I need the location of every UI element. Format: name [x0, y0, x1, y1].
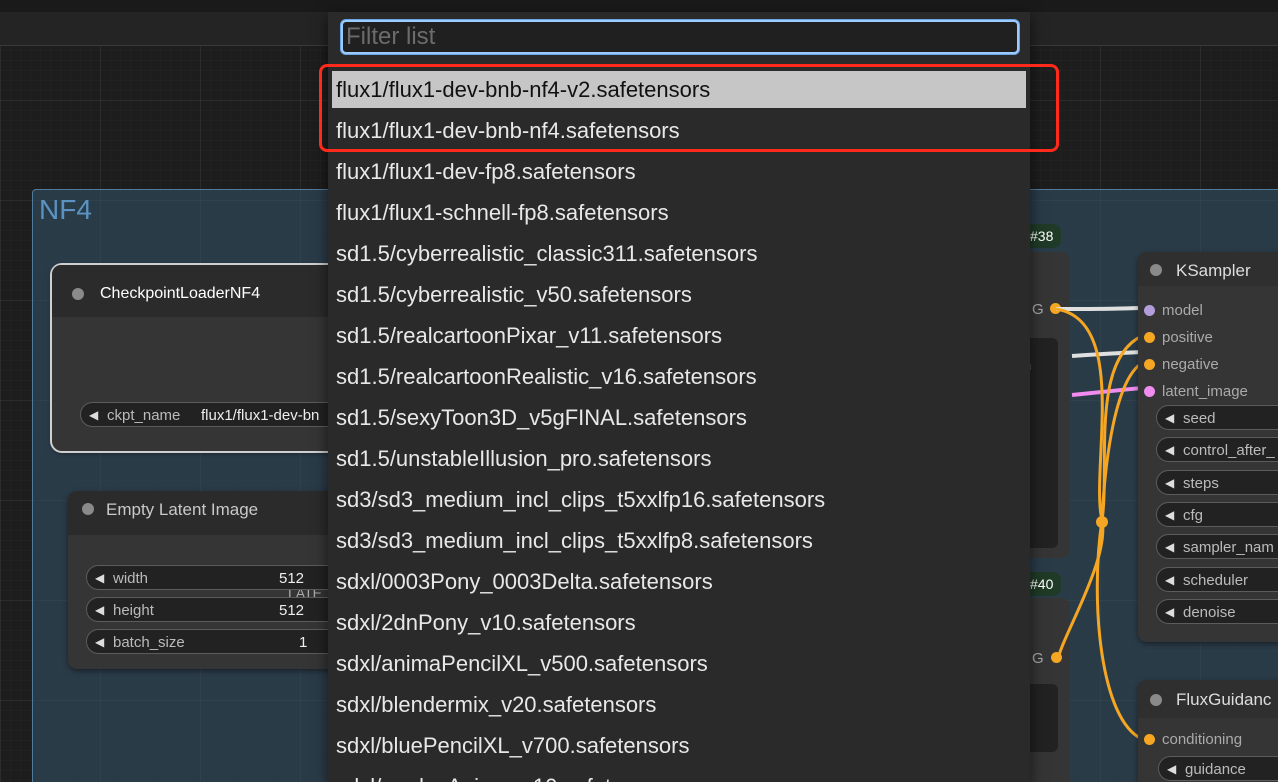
input-label: positive	[1162, 329, 1213, 346]
decrement-arrow-icon[interactable]: ◀	[1165, 411, 1174, 425]
node-header[interactable]: FluxGuidanc	[1138, 680, 1278, 718]
dropdown-item[interactable]: sd1.5/unstableIllusion_pro.safetensors	[332, 438, 1026, 479]
input-port-conditioning[interactable]	[1144, 734, 1155, 745]
decrement-arrow-icon[interactable]: ◀	[1165, 476, 1174, 490]
decrement-arrow-icon[interactable]: ◀	[1165, 540, 1174, 554]
guidance-widget[interactable]: ◀ guidance	[1158, 756, 1278, 781]
scheduler-widget[interactable]: ◀ scheduler	[1156, 566, 1278, 592]
denoise-widget[interactable]: ◀ denoise	[1156, 598, 1278, 624]
dropdown-item[interactable]: sd1.5/realcartoonRealistic_v16.safetenso…	[332, 356, 1026, 397]
node-ksampler[interactable]: KSampler model positive negative latent_ima…	[1138, 252, 1278, 642]
dropdown-item[interactable]: flux1/flux1-dev-fp8.safetensors	[332, 151, 1026, 192]
input-port-negative[interactable]	[1144, 359, 1155, 370]
input-label: model	[1162, 302, 1203, 319]
widget-label: guidance	[1185, 761, 1246, 778]
widget-label: denoise	[1183, 603, 1236, 621]
input-label: negative	[1162, 356, 1219, 373]
dropdown-item[interactable]: sdxl/cardosAnime_v10.safetensors	[332, 766, 1026, 782]
seed-widget[interactable]: ◀ seed	[1156, 405, 1278, 430]
dropdown-item[interactable]: flux1/flux1-schnell-fp8.safetensors	[332, 192, 1026, 233]
input-port-positive[interactable]	[1144, 332, 1155, 343]
sampler-nam-widget[interactable]: ◀ sampler_nam	[1156, 534, 1278, 560]
node-header[interactable]: KSampler	[1138, 252, 1278, 286]
collapse-dot-icon[interactable]	[1150, 694, 1162, 706]
annotation-highlight-box	[319, 64, 1059, 152]
widget-label: scheduler	[1183, 571, 1249, 589]
dropdown-list: flux1/flux1-dev-bnb-nf4-v2.safetensors fl…	[332, 69, 1026, 782]
input-port-model[interactable]	[1144, 305, 1155, 316]
node-title: FluxGuidanc	[1176, 690, 1272, 709]
decrement-arrow-icon[interactable]: ◀	[1165, 508, 1174, 522]
decrement-arrow-icon[interactable]: ◀	[1167, 762, 1176, 776]
decrement-arrow-icon[interactable]: ◀	[1165, 443, 1174, 457]
widget-label: control_after_	[1183, 442, 1275, 460]
input-port-latent-image[interactable]	[1144, 386, 1155, 397]
dropdown-item[interactable]: sdxl/0003Pony_0003Delta.safetensors	[332, 561, 1026, 602]
dropdown-item[interactable]: sd1.5/cyberrealistic_v50.safetensors	[332, 274, 1026, 315]
widget-label: seed	[1183, 410, 1216, 427]
collapse-dot-icon[interactable]	[1150, 264, 1162, 276]
widget-label: steps	[1183, 474, 1219, 492]
steps-widget[interactable]: ◀ steps	[1156, 469, 1278, 495]
dropdown-item[interactable]: sdxl/bluePencilXL_v700.safetensors	[332, 725, 1026, 766]
filter-list-input[interactable]	[340, 19, 1020, 55]
dropdown-item[interactable]: sd3/sd3_medium_incl_clips_t5xxlfp16.safe…	[332, 479, 1026, 520]
cfg-widget[interactable]: ◀ cfg	[1156, 501, 1278, 527]
dropdown-item[interactable]: sdxl/2dnPony_v10.safetensors	[332, 602, 1026, 643]
input-label: latent_image	[1162, 383, 1248, 400]
dropdown-item[interactable]: sd1.5/sexyToon3D_v5gFINAL.safetensors	[332, 397, 1026, 438]
node-title: KSampler	[1176, 261, 1251, 280]
dropdown-item[interactable]: sd3/sd3_medium_incl_clips_t5xxlfp8.safet…	[332, 520, 1026, 561]
decrement-arrow-icon[interactable]: ◀	[1165, 573, 1174, 587]
decrement-arrow-icon[interactable]: ◀	[1165, 605, 1174, 619]
control-after--widget[interactable]: ◀ control_after_	[1156, 437, 1278, 463]
widget-label: cfg	[1183, 506, 1204, 524]
dropdown-item[interactable]: sdxl/animaPencilXL_v500.safetensors	[332, 643, 1026, 684]
node-flux-guidance[interactable]: FluxGuidanc conditioning ◀ guidance	[1138, 680, 1278, 782]
dropdown-item[interactable]: sd1.5/cyberrealistic_classic311.safetens…	[332, 233, 1026, 274]
input-label: conditioning	[1162, 731, 1243, 748]
dropdown-item[interactable]: sdxl/blendermix_v20.safetensors	[332, 684, 1026, 725]
dropdown-item[interactable]: sd1.5/realcartoonPixar_v11.safetensors	[332, 315, 1026, 356]
widget-label: sampler_nam	[1183, 539, 1274, 557]
